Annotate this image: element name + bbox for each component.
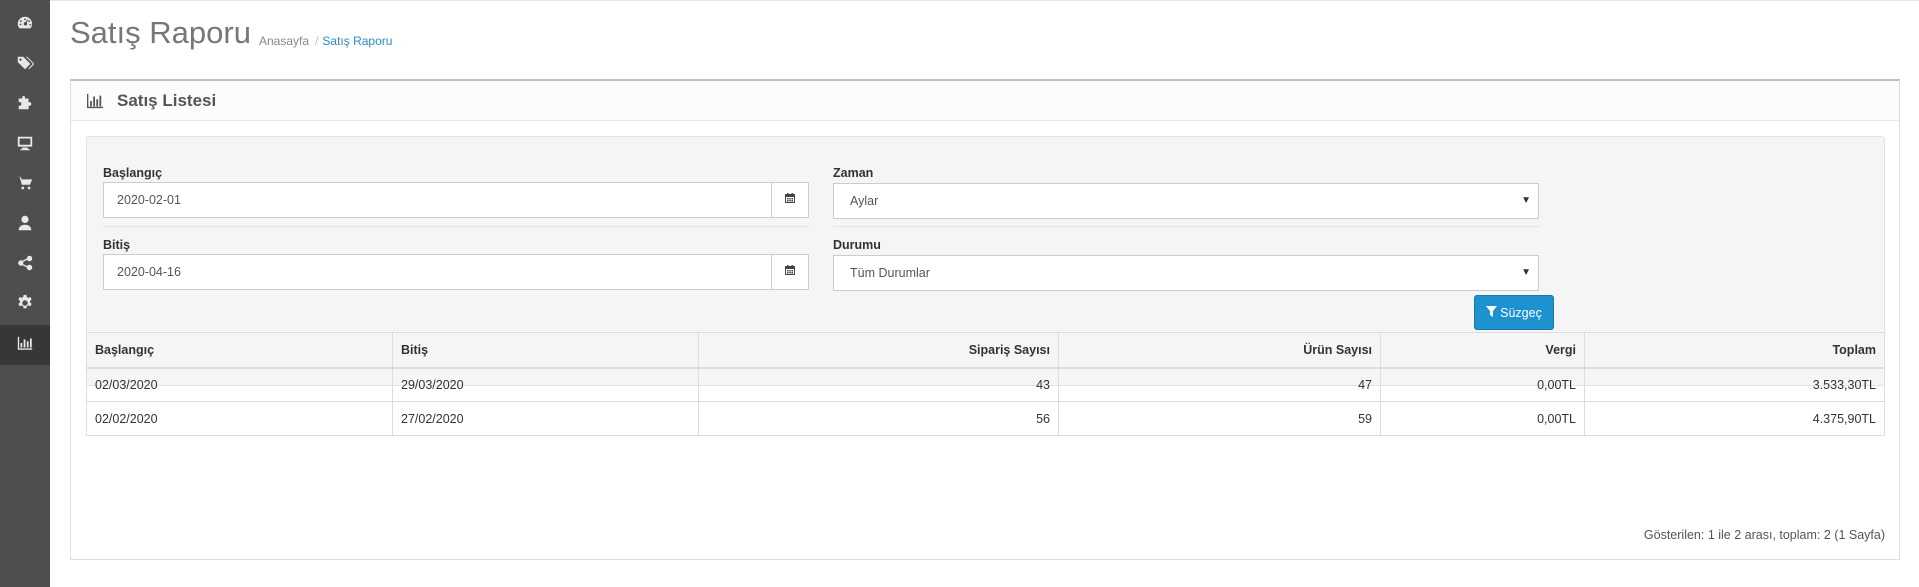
- calendar-icon: [784, 263, 796, 281]
- divider: [103, 226, 809, 227]
- page-header: Satış Raporu Anasayfa / Satış Raporu: [50, 0, 1919, 70]
- cell-end: 29/03/2020: [392, 367, 699, 402]
- sidebar-item-extensions[interactable]: [0, 85, 50, 125]
- cell-start: 02/02/2020: [86, 401, 393, 436]
- end-date-label: Bitiş: [103, 238, 131, 252]
- group-by-label: Zaman: [833, 166, 874, 180]
- cell-tax: 0,00TL: [1380, 401, 1585, 436]
- divider: [833, 226, 1539, 227]
- table-header-row: Başlangıç Bitiş Sipariş Sayısı Ürün Sayı…: [86, 332, 1885, 369]
- user-icon: [16, 214, 34, 237]
- pagination-info: Gösterilen: 1 ile 2 arası, toplam: 2 (1 …: [1643, 528, 1885, 542]
- column-header-tax: Vergi: [1380, 332, 1585, 369]
- bar-chart-icon: [16, 334, 34, 357]
- start-date-picker-button[interactable]: [771, 182, 809, 218]
- share-icon: [16, 254, 34, 277]
- end-date-group: 2020-04-16: [103, 254, 809, 290]
- panel-title: Satış Listesi: [117, 91, 217, 110]
- start-date-label: Başlangıç: [103, 166, 163, 180]
- group-by-selected-value: Aylar: [850, 194, 879, 208]
- sidebar: [0, 0, 50, 587]
- cart-icon: [16, 174, 34, 197]
- breadcrumb-separator: /: [315, 34, 319, 48]
- cell-order-count: 56: [698, 401, 1059, 436]
- filter-button-label: Süzgeç: [1500, 305, 1542, 320]
- cell-product-count: 59: [1058, 401, 1381, 436]
- tags-icon: [16, 54, 35, 77]
- sidebar-item-customers[interactable]: [0, 205, 50, 245]
- column-header-total: Toplam: [1584, 332, 1885, 369]
- column-header-start: Başlangıç: [86, 332, 393, 369]
- cell-order-count: 43: [698, 367, 1059, 402]
- column-header-end: Bitiş: [392, 332, 699, 369]
- dashboard-icon: [16, 14, 34, 37]
- gear-icon: [16, 294, 34, 317]
- caret-down-icon: ▼: [1521, 195, 1531, 206]
- start-date-input[interactable]: 2020-02-01: [103, 182, 771, 218]
- end-date-picker-button[interactable]: [771, 254, 809, 290]
- cell-tax: 0,00TL: [1380, 367, 1585, 402]
- sidebar-item-design[interactable]: [0, 125, 50, 165]
- monitor-icon: [16, 134, 34, 157]
- bar-chart-icon: [86, 93, 104, 109]
- sidebar-item-dashboard[interactable]: [0, 5, 50, 45]
- end-date-input[interactable]: 2020-04-16: [103, 254, 771, 290]
- breadcrumb-home-link[interactable]: Anasayfa: [259, 34, 309, 48]
- status-label: Durumu: [833, 238, 881, 252]
- start-date-group: 2020-02-01: [103, 182, 809, 218]
- sales-report-table: Başlangıç Bitiş Sipariş Sayısı Ürün Sayı…: [86, 332, 1885, 436]
- sales-list-panel: Satış Listesi Başlangıç 2020-02-01 Zaman…: [70, 79, 1900, 560]
- filter-button[interactable]: Süzgeç: [1474, 295, 1554, 330]
- cell-start: 02/03/2020: [86, 367, 393, 402]
- puzzle-icon: [16, 94, 34, 117]
- status-select[interactable]: Tüm Durumlar ▼: [833, 255, 1539, 291]
- sidebar-item-reports[interactable]: [0, 325, 50, 365]
- caret-down-icon: ▼: [1521, 267, 1531, 278]
- column-header-order-count: Sipariş Sayısı: [698, 332, 1059, 369]
- group-by-select[interactable]: Aylar ▼: [833, 183, 1539, 219]
- cell-total: 4.375,90TL: [1584, 401, 1885, 436]
- panel-heading: Satış Listesi: [71, 81, 1899, 121]
- sidebar-item-catalog[interactable]: [0, 45, 50, 85]
- breadcrumb-current-link[interactable]: Satış Raporu: [322, 34, 392, 48]
- status-selected-value: Tüm Durumlar: [850, 266, 930, 280]
- calendar-icon: [784, 191, 796, 209]
- breadcrumb: Anasayfa / Satış Raporu: [259, 34, 392, 48]
- sidebar-item-marketing[interactable]: [0, 245, 50, 285]
- cell-total: 3.533,30TL: [1584, 367, 1885, 402]
- cell-end: 27/02/2020: [392, 401, 699, 436]
- sidebar-item-settings[interactable]: [0, 285, 50, 325]
- sidebar-item-sales[interactable]: [0, 165, 50, 205]
- column-header-product-count: Ürün Sayısı: [1058, 332, 1381, 369]
- table-row: 02/02/2020 27/02/2020 56 59 0,00TL 4.375…: [86, 401, 1885, 436]
- table-row: 02/03/2020 29/03/2020 43 47 0,00TL 3.533…: [86, 367, 1885, 402]
- cell-product-count: 47: [1058, 367, 1381, 402]
- filter-icon: [1486, 305, 1498, 320]
- page-title: Satış Raporu: [70, 15, 251, 50]
